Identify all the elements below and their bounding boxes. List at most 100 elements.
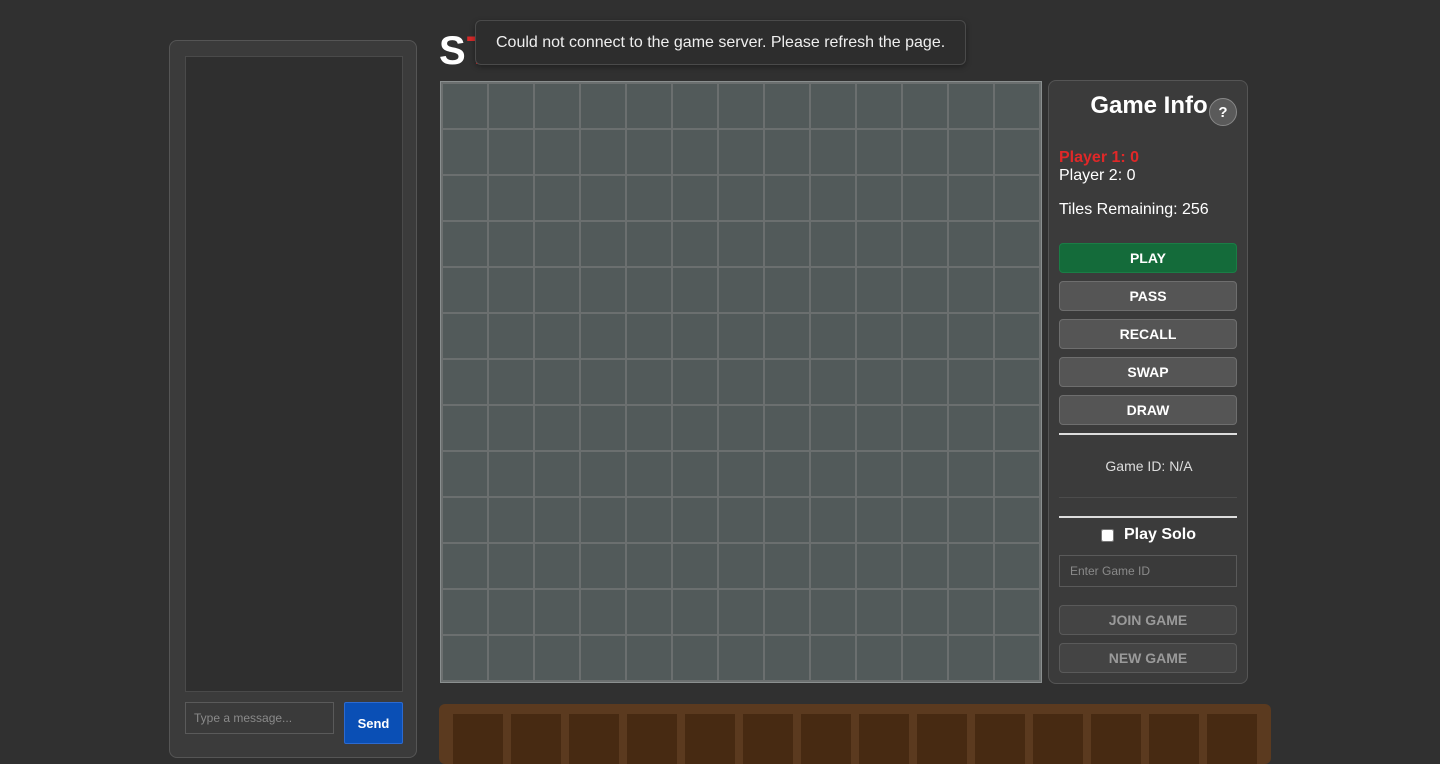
board-cell[interactable] (949, 84, 993, 128)
play-solo-checkbox[interactable] (1101, 528, 1114, 542)
board-cell[interactable] (857, 590, 901, 634)
rack-slot[interactable] (569, 714, 619, 764)
board-cell[interactable] (673, 452, 717, 496)
board-cell[interactable] (581, 84, 625, 128)
board-cell[interactable] (673, 222, 717, 266)
board-cell[interactable] (443, 498, 487, 542)
board-cell[interactable] (673, 84, 717, 128)
draw-button[interactable]: DRAW (1059, 395, 1237, 425)
board-cell[interactable] (719, 360, 763, 404)
board-cell[interactable] (719, 590, 763, 634)
board-cell[interactable] (673, 590, 717, 634)
board-cell[interactable] (811, 360, 855, 404)
board-cell[interactable] (627, 314, 671, 358)
rack-slot[interactable] (1149, 714, 1199, 764)
board-cell[interactable] (443, 84, 487, 128)
board-cell[interactable] (443, 406, 487, 450)
rack-slot[interactable] (685, 714, 735, 764)
board-cell[interactable] (995, 360, 1039, 404)
board-cell[interactable] (489, 636, 533, 680)
board-cell[interactable] (719, 222, 763, 266)
board-cell[interactable] (995, 498, 1039, 542)
board-cell[interactable] (903, 130, 947, 174)
board-cell[interactable] (995, 268, 1039, 312)
board-cell[interactable] (443, 544, 487, 588)
game-board[interactable] (440, 81, 1042, 683)
rack-slot[interactable] (1091, 714, 1141, 764)
board-cell[interactable] (673, 268, 717, 312)
board-cell[interactable] (443, 130, 487, 174)
board-cell[interactable] (949, 406, 993, 450)
board-cell[interactable] (581, 636, 625, 680)
board-cell[interactable] (811, 84, 855, 128)
board-cell[interactable] (811, 590, 855, 634)
board-cell[interactable] (489, 268, 533, 312)
board-cell[interactable] (489, 84, 533, 128)
board-cell[interactable] (857, 176, 901, 220)
board-cell[interactable] (811, 268, 855, 312)
board-cell[interactable] (489, 176, 533, 220)
board-cell[interactable] (765, 268, 809, 312)
board-cell[interactable] (719, 406, 763, 450)
rack-slot[interactable] (511, 714, 561, 764)
board-cell[interactable] (673, 360, 717, 404)
board-cell[interactable] (765, 452, 809, 496)
rack-slot[interactable] (1207, 714, 1257, 764)
board-cell[interactable] (903, 268, 947, 312)
board-cell[interactable] (949, 636, 993, 680)
join-game-button[interactable]: JOIN GAME (1059, 605, 1237, 635)
board-cell[interactable] (765, 406, 809, 450)
rack-slot[interactable] (453, 714, 503, 764)
board-cell[interactable] (903, 84, 947, 128)
board-cell[interactable] (443, 360, 487, 404)
board-cell[interactable] (535, 360, 579, 404)
board-cell[interactable] (857, 636, 901, 680)
board-cell[interactable] (995, 84, 1039, 128)
board-cell[interactable] (719, 268, 763, 312)
board-cell[interactable] (903, 544, 947, 588)
new-game-button[interactable]: NEW GAME (1059, 643, 1237, 673)
board-cell[interactable] (949, 268, 993, 312)
board-cell[interactable] (581, 452, 625, 496)
chat-log[interactable] (185, 56, 403, 692)
board-cell[interactable] (811, 222, 855, 266)
board-cell[interactable] (811, 636, 855, 680)
board-cell[interactable] (535, 590, 579, 634)
rack-slot[interactable] (1033, 714, 1083, 764)
rack-slot[interactable] (743, 714, 793, 764)
board-cell[interactable] (903, 498, 947, 542)
board-cell[interactable] (443, 268, 487, 312)
board-cell[interactable] (765, 84, 809, 128)
board-cell[interactable] (903, 636, 947, 680)
board-cell[interactable] (581, 268, 625, 312)
swap-button[interactable]: SWAP (1059, 357, 1237, 387)
board-cell[interactable] (949, 176, 993, 220)
board-cell[interactable] (949, 222, 993, 266)
board-cell[interactable] (489, 590, 533, 634)
board-cell[interactable] (489, 498, 533, 542)
board-cell[interactable] (995, 130, 1039, 174)
board-cell[interactable] (857, 360, 901, 404)
board-cell[interactable] (857, 544, 901, 588)
board-cell[interactable] (627, 84, 671, 128)
board-cell[interactable] (857, 314, 901, 358)
rack-slot[interactable] (801, 714, 851, 764)
play-button[interactable]: PLAY (1059, 243, 1237, 273)
board-cell[interactable] (765, 314, 809, 358)
board-cell[interactable] (489, 452, 533, 496)
board-cell[interactable] (995, 406, 1039, 450)
board-cell[interactable] (627, 544, 671, 588)
rack-slot[interactable] (975, 714, 1025, 764)
board-cell[interactable] (995, 176, 1039, 220)
board-cell[interactable] (903, 176, 947, 220)
board-cell[interactable] (673, 498, 717, 542)
board-cell[interactable] (903, 360, 947, 404)
board-cell[interactable] (673, 176, 717, 220)
board-cell[interactable] (765, 498, 809, 542)
recall-button[interactable]: RECALL (1059, 319, 1237, 349)
board-cell[interactable] (627, 130, 671, 174)
board-cell[interactable] (949, 452, 993, 496)
board-cell[interactable] (857, 130, 901, 174)
rack-slot[interactable] (627, 714, 677, 764)
board-cell[interactable] (443, 452, 487, 496)
